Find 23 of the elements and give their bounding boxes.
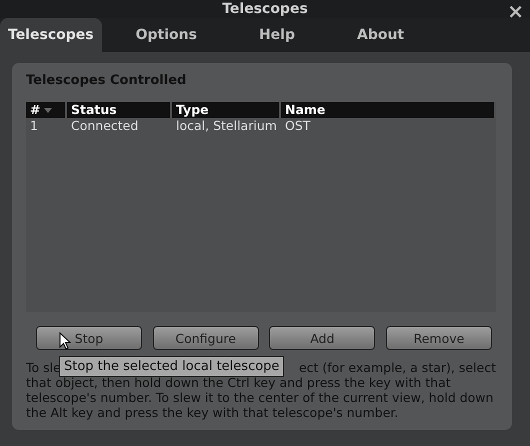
table-cell-text: Connected	[70, 118, 140, 134]
table-cell-text: OST	[284, 118, 312, 134]
column-header[interactable]: #	[26, 102, 67, 118]
tab[interactable]: Options	[114, 18, 219, 52]
column-header[interactable]: Status	[67, 102, 172, 118]
tab[interactable]: Help	[236, 18, 317, 52]
column-header[interactable]: Name	[281, 102, 496, 118]
panel-title: Telescopes Controlled	[26, 73, 188, 88]
action-button[interactable]: Remove	[386, 326, 492, 350]
window-title: Telescopes	[222, 1, 308, 17]
tab[interactable]: Telescopes	[0, 18, 102, 52]
table-cell-text: 1	[29, 118, 39, 134]
column-header[interactable]: Type	[172, 102, 281, 118]
action-button[interactable]: Stop	[36, 326, 142, 350]
action-button[interactable]: Add	[269, 326, 376, 350]
table-cell-text: local, Stellarium	[175, 118, 278, 134]
tooltip: Stop the selected local telescope	[59, 356, 284, 377]
action-button[interactable]: Configure	[152, 326, 259, 350]
help-text: that object, then hold down the Ctrl key and press the key with that telescope's number. To slew it to the center of the current view, hold down the Alt key and press the key with that telescope's number.	[26, 375, 494, 420]
close-button[interactable]: ×	[507, 0, 524, 23]
tab[interactable]: About	[334, 18, 426, 52]
cursor-icon	[59, 332, 71, 350]
help-text: ect (for example, a star), select	[298, 360, 496, 375]
